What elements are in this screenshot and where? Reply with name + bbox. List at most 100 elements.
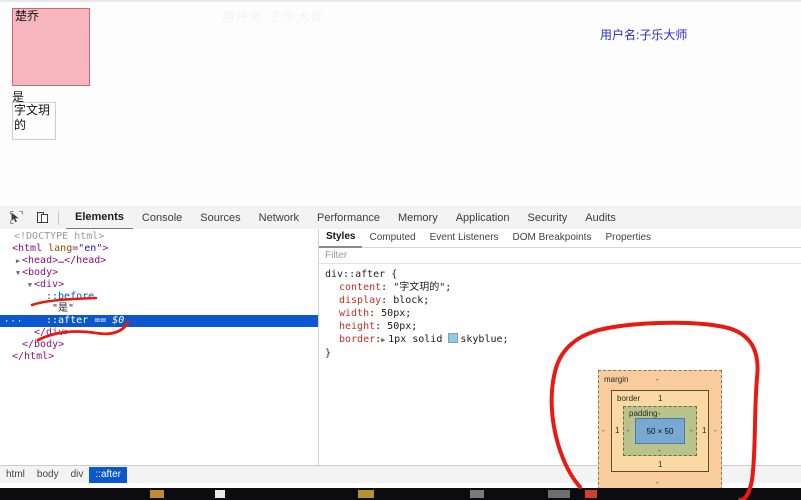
- color-swatch-skyblue[interactable]: [448, 333, 459, 343]
- body-node: <body>: [22, 267, 59, 278]
- before-text-node: "是": [52, 303, 75, 314]
- tab-application[interactable]: Application: [447, 207, 519, 229]
- box-model-border-bottom[interactable]: 1: [658, 460, 662, 469]
- tab-elements[interactable]: Elements: [66, 206, 133, 230]
- os-taskbar: [0, 488, 801, 500]
- screenshot-root: 用户名:子乐大师 楚乔 是 字文玥的 用户名:子乐大师 Elements Con…: [0, 0, 801, 500]
- breadcrumb-item-div[interactable]: div: [65, 467, 90, 483]
- dom-row-div[interactable]: ▼ <div>: [0, 279, 318, 291]
- box-model-margin-top[interactable]: -: [656, 375, 659, 384]
- taskbar-icon-5[interactable]: [548, 490, 570, 498]
- box-model-margin-right[interactable]: -: [714, 426, 717, 435]
- breadcrumb-item-body[interactable]: body: [31, 467, 65, 483]
- collapse-arrow-icon[interactable]: ▼: [14, 267, 22, 279]
- tab-sources[interactable]: Sources: [191, 207, 249, 229]
- inspect-cursor-icon[interactable]: [6, 209, 26, 227]
- dom-row-html-close[interactable]: </html>: [0, 351, 318, 363]
- doctype-text: <!DOCTYPE html>: [14, 231, 105, 242]
- css-value-content: "字文玥的";: [393, 282, 452, 293]
- after-pseudo-node: ::after: [46, 315, 89, 326]
- selected-node-marker: == $0: [94, 315, 125, 326]
- taskbar-icon-4[interactable]: [470, 490, 484, 498]
- tab-styles[interactable]: Styles: [319, 229, 363, 248]
- tab-dom-breakpoints[interactable]: DOM Breakpoints: [506, 229, 599, 247]
- box-model-padding-left[interactable]: -: [627, 426, 630, 435]
- body-close-tag: </body>: [22, 339, 65, 350]
- css-selector: div::after {: [325, 269, 398, 280]
- dom-tree-panel: <!DOCTYPE html> <html lang="en"> ▶ <head>…: [0, 229, 319, 465]
- expand-arrow-icon[interactable]: ▶: [14, 255, 22, 267]
- tab-performance[interactable]: Performance: [308, 207, 389, 229]
- box-model-padding-top[interactable]: -: [658, 409, 661, 418]
- css-prop-border: border: [339, 334, 376, 345]
- css-prop-height: height: [339, 321, 376, 332]
- before-pseudo-node: ::before: [46, 291, 95, 302]
- css-declaration-height[interactable]: height: 50px;: [325, 320, 801, 333]
- head-node: <head>…</head>: [22, 255, 107, 266]
- box-model-content[interactable]: 50 × 50: [635, 418, 685, 444]
- box-model-padding-bottom[interactable]: -: [658, 446, 661, 455]
- page-viewport: 用户名:子乐大师 楚乔 是 字文玥的 用户名:子乐大师: [0, 0, 801, 207]
- dom-row-after[interactable]: ···::after == $0: [0, 315, 318, 327]
- css-declaration-content[interactable]: content: "字文玥的";: [325, 281, 801, 294]
- css-value-border-prefix: 1px solid: [388, 334, 449, 345]
- tab-event-listeners[interactable]: Event Listeners: [423, 229, 506, 247]
- box-model-border-right[interactable]: 1: [702, 426, 706, 435]
- div-node: <div>: [34, 279, 65, 290]
- dom-row-div-close[interactable]: </div>: [0, 327, 318, 339]
- username-label: 用户名:子乐大师: [600, 28, 688, 42]
- css-prop-content: content: [339, 282, 382, 293]
- dom-row-head[interactable]: ▶ <head>…</head>: [0, 255, 318, 267]
- html-close-tag: </html>: [12, 351, 55, 362]
- breadcrumb-item-html[interactable]: html: [0, 467, 31, 483]
- box-model-padding-label: padding: [629, 409, 658, 418]
- styles-filter-input[interactable]: Filter: [319, 248, 801, 264]
- box-model-padding-right[interactable]: -: [690, 426, 693, 435]
- css-rule-close-line: }: [325, 347, 801, 360]
- breadcrumb-item-after[interactable]: ::after: [89, 466, 127, 483]
- box-model-border-top[interactable]: 1: [658, 394, 662, 403]
- css-value-height: 50px;: [387, 321, 418, 332]
- box-model-margin-label: margin: [604, 375, 629, 384]
- css-rule-block: div::after { content: "字文玥的"; display: b…: [319, 264, 801, 360]
- dom-row-body-close[interactable]: </body>: [0, 339, 318, 351]
- html-lang-attr: lang: [48, 243, 73, 254]
- html-lang-value: "en": [78, 243, 103, 254]
- dom-row-before[interactable]: ::before: [0, 291, 318, 303]
- tab-security[interactable]: Security: [519, 207, 577, 229]
- css-selector-line[interactable]: div::after {: [325, 268, 801, 281]
- tab-audits[interactable]: Audits: [576, 207, 625, 229]
- tab-properties[interactable]: Properties: [598, 229, 658, 247]
- css-declaration-width[interactable]: width: 50px;: [325, 307, 801, 320]
- dom-row-doctype[interactable]: <!DOCTYPE html>: [0, 231, 318, 243]
- devtools-tab-list: Elements Console Sources Network Perform…: [66, 206, 625, 230]
- box-model-border-left[interactable]: 1: [615, 426, 619, 435]
- toolbar-divider: [58, 210, 59, 225]
- box-model-margin-bottom[interactable]: -: [656, 478, 659, 487]
- css-declaration-display[interactable]: display: block;: [325, 294, 801, 307]
- taskbar-icon-1[interactable]: [150, 490, 164, 498]
- css-rule-close: }: [325, 348, 332, 359]
- dom-tree: <!DOCTYPE html> <html lang="en"> ▶ <head>…: [0, 229, 318, 363]
- tab-memory[interactable]: Memory: [389, 207, 447, 229]
- css-value-display: block;: [393, 295, 430, 306]
- taskbar-icon-6[interactable]: [585, 490, 597, 498]
- collapse-arrow-icon-div[interactable]: ▼: [26, 279, 34, 291]
- css-prop-display: display: [339, 295, 382, 306]
- css-value-width: 50px;: [381, 308, 412, 319]
- css-declaration-border[interactable]: border:▶ 1px solid skyblue;: [325, 333, 801, 347]
- tab-console[interactable]: Console: [133, 207, 191, 229]
- tab-network[interactable]: Network: [250, 207, 308, 229]
- device-toolbar-icon[interactable]: [32, 209, 52, 227]
- css-value-border-color: skyblue;: [460, 334, 509, 345]
- dom-row-before-text[interactable]: "是": [0, 303, 318, 315]
- box-model-content-size: 50 × 50: [646, 426, 674, 436]
- taskbar-icon-3[interactable]: [358, 490, 374, 498]
- dom-row-html[interactable]: <html lang="en">: [0, 243, 318, 255]
- taskbar-icon-2[interactable]: [215, 490, 225, 498]
- pseudo-before-box: 楚乔: [12, 8, 90, 86]
- box-model-margin-left[interactable]: -: [602, 426, 605, 435]
- tab-computed[interactable]: Computed: [362, 229, 422, 247]
- dom-row-body[interactable]: ▼ <body>: [0, 267, 318, 279]
- styles-panel: Styles Computed Event Listeners DOM Brea…: [319, 229, 801, 465]
